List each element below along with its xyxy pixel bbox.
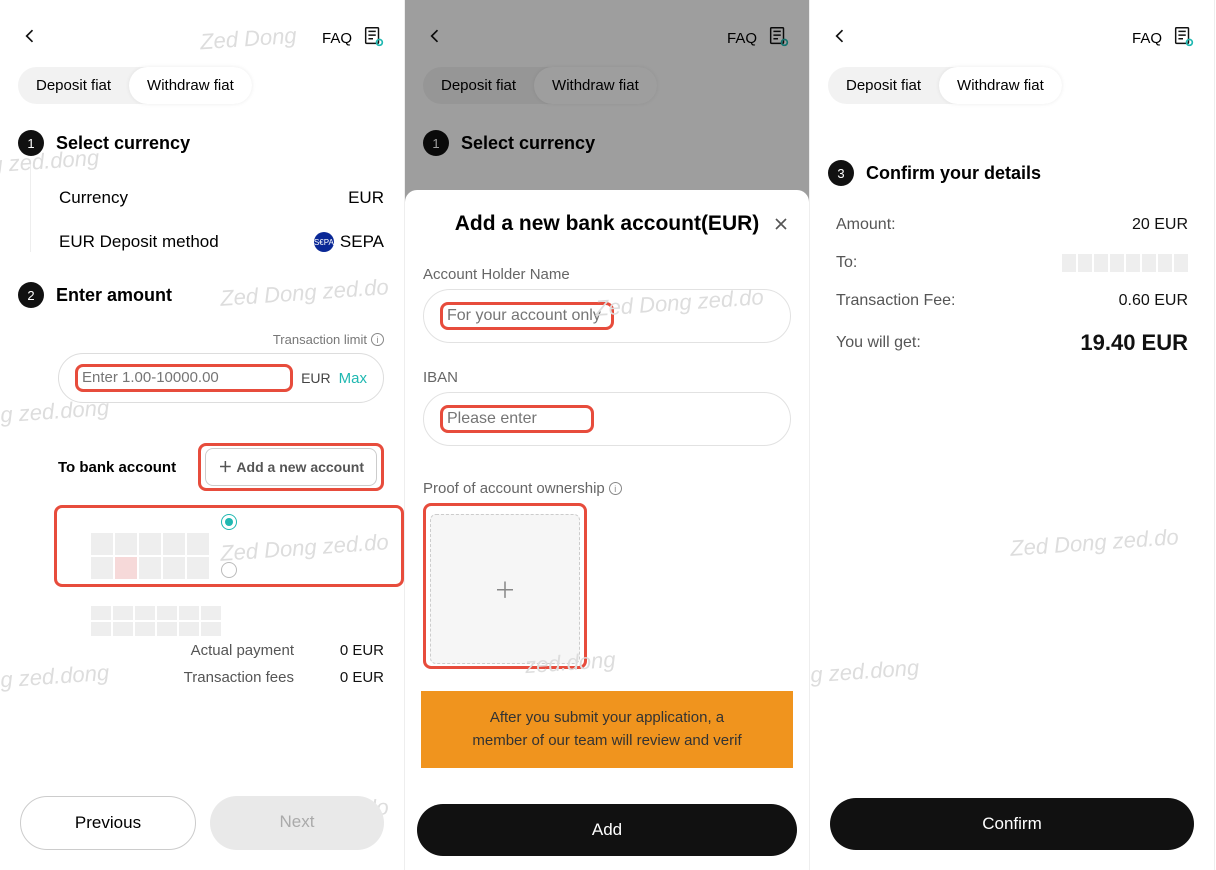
confirm-to-value-redacted — [1062, 254, 1188, 272]
currency-label: Currency — [59, 188, 128, 208]
panel-add-bank-modal: FAQ Deposit fiat Withdraw fiat 1 Select … — [405, 0, 810, 870]
faq-link[interactable]: FAQ — [322, 30, 352, 47]
info-icon[interactable]: i — [371, 333, 384, 346]
holder-name-label: Account Holder Name — [423, 266, 791, 283]
iban-input[interactable] — [447, 410, 587, 428]
confirm-get-value: 19.40 EUR — [1080, 330, 1188, 356]
holder-name-input[interactable] — [447, 307, 607, 325]
step-1-title: Select currency — [56, 133, 190, 154]
actual-payment-label: Actual payment — [191, 637, 294, 664]
tabs: Deposit fiat Withdraw fiat — [828, 67, 1062, 104]
close-icon[interactable] — [771, 214, 791, 239]
step-1-badge: 1 — [18, 130, 44, 156]
review-notice: After you submit your application, a mem… — [421, 691, 793, 768]
proof-label: Proof of account ownership — [423, 480, 605, 497]
max-button[interactable]: Max — [339, 370, 367, 387]
confirm-to-label: To: — [836, 254, 857, 272]
sheet-title: Add a new bank account(EUR) — [455, 212, 760, 236]
faq-link[interactable]: FAQ — [1132, 30, 1162, 47]
add-account-button[interactable]: ＋ Add a new account — [205, 448, 377, 486]
bank-account-item-2[interactable] — [90, 605, 230, 637]
confirm-get-label: You will get: — [836, 334, 921, 352]
amount-input[interactable] — [82, 369, 281, 386]
step-2-title: Enter amount — [56, 285, 172, 306]
tab-deposit[interactable]: Deposit fiat — [18, 67, 129, 104]
plus-icon: ＋ — [494, 573, 516, 605]
deposit-method-value: SEPA — [340, 232, 384, 252]
panel-withdraw-form: Zed Dong Zed Dong zed.do Dong zed.dong D… — [0, 0, 405, 870]
add-button[interactable]: Add — [417, 804, 797, 856]
bank-account-radio-1[interactable] — [221, 514, 237, 530]
previous-button[interactable]: Previous — [20, 796, 196, 850]
bank-account-radio-2[interactable] — [221, 562, 237, 578]
tabs: Deposit fiat Withdraw fiat — [18, 67, 252, 104]
tx-fee-label: Transaction fees — [184, 664, 294, 691]
sepa-icon: S€PA — [314, 232, 334, 252]
tab-withdraw[interactable]: Withdraw fiat — [939, 67, 1062, 104]
currency-value: EUR — [348, 188, 384, 208]
confirm-amount-value: 20 EUR — [1132, 216, 1188, 234]
panel-confirm: Zed Dong zed.do Dong zed.dong Zed Dong z… — [810, 0, 1215, 870]
confirm-button[interactable]: Confirm — [830, 798, 1194, 850]
confirm-fee-label: Transaction Fee: — [836, 292, 955, 310]
tx-limit-label: Transaction limit — [273, 332, 367, 347]
confirm-fee-value: 0.60 EUR — [1119, 292, 1188, 310]
next-button[interactable]: Next — [210, 796, 384, 850]
deposit-method-label: EUR Deposit method — [59, 232, 219, 252]
info-icon[interactable]: i — [609, 482, 622, 495]
faq-doc-icon[interactable] — [1172, 25, 1194, 52]
actual-payment-value: 0 EUR — [314, 637, 384, 664]
tab-withdraw[interactable]: Withdraw fiat — [129, 67, 252, 104]
to-bank-label: To bank account — [58, 459, 176, 476]
back-icon[interactable] — [20, 26, 40, 51]
tab-deposit[interactable]: Deposit fiat — [828, 67, 939, 104]
step-3-title: Confirm your details — [866, 163, 1041, 184]
confirm-amount-label: Amount: — [836, 216, 896, 234]
add-bank-sheet: Zed Dong zed.do zed.dong Add a new bank … — [405, 190, 809, 870]
step-2-badge: 2 — [18, 282, 44, 308]
upload-proof-button[interactable]: ＋ — [430, 514, 580, 664]
plus-icon: ＋ — [218, 457, 232, 477]
faq-doc-icon[interactable] — [362, 25, 384, 52]
amount-ccy: EUR — [301, 370, 331, 386]
tx-fee-value: 0 EUR — [314, 664, 384, 691]
bank-account-item-1[interactable] — [90, 532, 220, 580]
step-3-badge: 3 — [828, 160, 854, 186]
back-icon[interactable] — [830, 26, 850, 51]
iban-label: IBAN — [423, 369, 791, 386]
